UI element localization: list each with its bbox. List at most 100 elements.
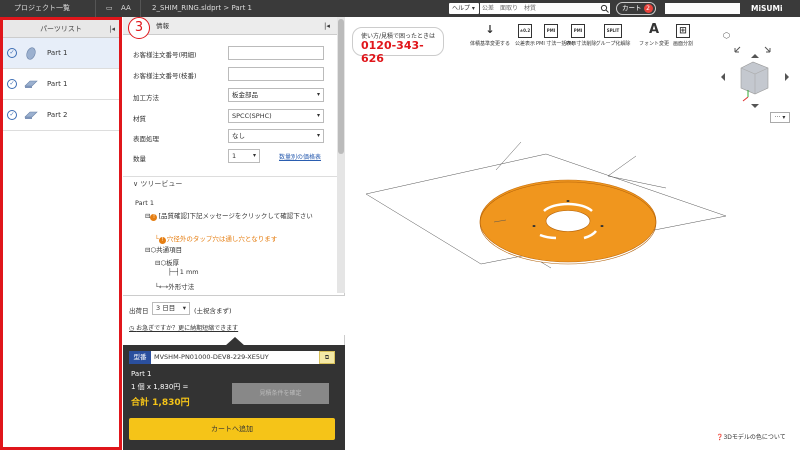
ship-date-select[interactable]: 3 日目 ▾ [152,302,190,315]
part-list-item[interactable]: ✓ Part 2 [3,100,119,131]
details-scrollbar[interactable] [337,17,345,293]
order-part-name: Part 1 [131,370,152,378]
part-list-item[interactable]: ✓ Part 1 [3,69,119,100]
model-number-field[interactable]: MVSHM-PN01000-DEV8-229-XE5UY [151,351,319,364]
font-icon: A [648,22,660,37]
collapse-panel-icon[interactable]: |◂ [109,20,115,38]
cart-count-badge: 2 [643,4,653,13]
search-input[interactable]: 公差 面取り 材質 [480,3,610,14]
field-label: お客様注文番号(明細) [133,51,197,59]
scrollbar-thumb[interactable] [338,19,344,154]
split-tool[interactable]: SPLIT グループ化解除 [594,24,632,47]
tool-label: 画面分割 [672,41,693,47]
chevron-down-icon: ▾ [316,91,320,98]
rotate-left-icon[interactable] [734,46,741,53]
color-info-link[interactable]: ❓3Dモデルの色について [716,432,786,441]
quantity-select[interactable]: 1 ▾ [228,149,260,163]
field-label: お客様注文番号(枝番) [133,72,197,80]
surface-select[interactable]: なし ▾ [228,129,324,143]
material-select[interactable]: SPCC(SPHC) ▾ [228,109,324,123]
tree-warning-tap[interactable]: └! 穴径外のタップ穴は通し穴となります [155,233,277,244]
part-name: Part 2 [47,111,68,119]
part-list-item[interactable]: ✓ Part 1 [3,38,119,69]
3d-model-canvas[interactable] [346,120,800,300]
warning-tap-message: 外のタップ穴は通し穴となります [179,235,278,243]
tree-outer-label: 外形寸法 [168,283,195,291]
tree-root[interactable]: Part 1 [135,199,154,207]
tolerance-tool[interactable]: ±0.2 公差表示 [513,24,537,47]
surface-value: なし [232,132,245,140]
add-to-cart-button[interactable]: カートへ追加 [129,418,335,440]
check-circle-icon[interactable]: ✓ [7,48,17,58]
rotate-right-icon[interactable] [764,46,771,53]
tap-hole [600,225,604,227]
arrow-left-icon[interactable] [721,73,725,81]
user-field[interactable] [665,3,740,14]
warning-hole-label: 穴径 [166,235,180,243]
support-phone-box: 使い方/見積で困ったときは 0120-343-626 [352,27,444,65]
check-circle-icon[interactable]: ✓ [7,79,17,89]
copy-icon[interactable]: ⧉ [319,351,335,364]
confirm-quote-button[interactable]: 見積条件を確定 [232,383,329,404]
tree-common-label: 共通項目 [156,246,183,254]
font-change-tool[interactable]: A フォント変更 [638,22,670,47]
misumi-logo[interactable]: MiSUMi [751,0,783,17]
pmi-show-tool[interactable]: PMI PMI 寸法一括表示 [536,24,576,47]
help-dropdown[interactable]: ヘルプ ▾ [449,3,479,14]
order-branch-input[interactable] [228,67,324,81]
tree-outer-item[interactable]: └⟷外形寸法 [155,281,194,291]
tool-label: 体積基準変更する [470,41,511,47]
unit-price: 1 個 x 1,830円 = [131,383,189,391]
price-table-link[interactable]: 数量別の価格表 [279,152,321,161]
chevron-down-icon: ▾ [252,152,256,159]
cube-icon[interactable] [740,61,769,95]
arrow-right-icon[interactable] [785,73,789,81]
tree-warning-item[interactable]: ⊟! [品質確認]下記メッセージをクリックして確認下さい [145,211,335,221]
tool-label: 公差表示 [514,41,535,47]
order-number-input[interactable] [228,46,324,60]
material-value: SPCC(SPHC) [232,112,272,120]
check-circle-icon[interactable]: ✓ [7,110,17,120]
parts-list-title: パーツリスト [40,25,82,33]
cart-button[interactable]: カート 2 [616,2,656,15]
ship-date-note: (土祝含まず) [194,307,232,315]
part-thumbnail-icon [24,80,38,88]
breadcrumb-separator [140,0,150,17]
arrow-up-icon[interactable] [751,54,759,58]
tap-hole [566,200,570,202]
part-name: Part 1 [47,49,68,57]
ship-date-label: 出荷日 [129,307,149,315]
breadcrumb-folder[interactable]: AA [121,0,131,17]
model-number-tag: 型番 [129,351,151,364]
tree-thickness-value-item[interactable]: ├─┤1 mm [168,268,199,276]
view-cube[interactable]: ⬡ [718,30,793,110]
tool-label: PMI 寸法削除 [566,41,597,47]
volume-base-tool[interactable]: ↓ 体積基準変更する [470,24,511,48]
process-select[interactable]: 板金部品 ▾ [228,88,324,102]
ship-days: 3 日目 [156,304,176,312]
process-value: 板金部品 [232,91,258,99]
center-hole [545,210,591,232]
pmi-delete-tool[interactable]: PMI PMI 寸法削除 [566,24,596,47]
search-icon[interactable] [600,3,610,14]
arrow-down-icon[interactable] [751,104,759,108]
tree-thickness-value: 1 mm [179,268,199,276]
pmi-icon: PMI [544,24,558,38]
breadcrumb-projects[interactable]: プロジェクト一覧 [14,0,70,17]
tolerance-icon: ±0.2 [518,24,532,38]
chevron-down-icon: ▾ [182,304,186,312]
warning-icon: ! [150,214,158,221]
chevron-down-icon: ▾ [316,132,320,139]
home-view-icon[interactable]: ⬡ [723,31,730,40]
tree-thickness-item[interactable]: ⊟⬡板厚 [155,257,179,267]
quantity-value: 1 [232,152,237,160]
split-view-tool[interactable]: ⊞ 画面分割 [670,24,696,47]
tree-common-item[interactable]: ⊟⬡共通項目 [145,244,182,254]
total-price: 合計 1,830円 [131,398,190,408]
chevron-down-icon: ▾ [316,112,320,119]
tree-view-header[interactable]: ∨ ツリービュー [123,176,337,190]
part-thumbnail-icon [24,111,38,119]
express-link[interactable]: ◷ お急ぎですか？更に納期短縮できます [129,323,238,332]
help-label: ヘルプ [452,5,471,12]
collapse-panel-icon[interactable]: |◂ [324,17,330,35]
